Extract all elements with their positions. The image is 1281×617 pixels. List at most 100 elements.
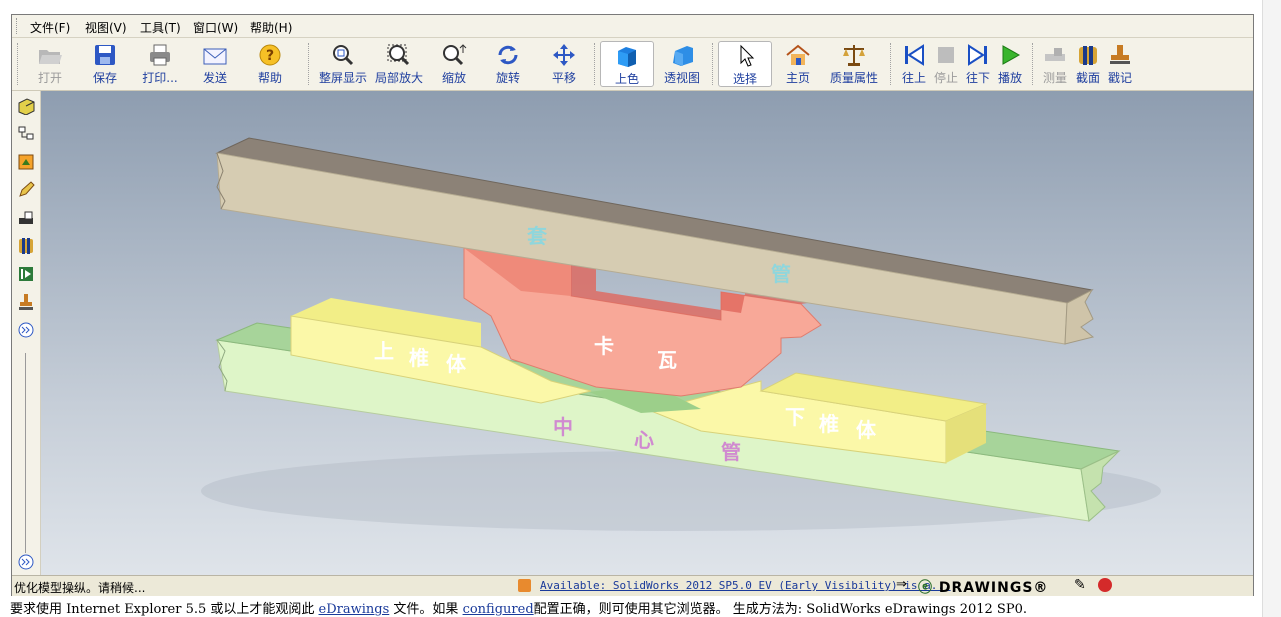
footer-text-2: 文件。如果 <box>393 602 459 617</box>
stop-square-icon <box>938 47 954 63</box>
rotate-icon <box>498 45 518 65</box>
rss-feed-icon[interactable] <box>518 579 531 592</box>
pencil-icon[interactable] <box>17 181 35 199</box>
label-clamp-2: 瓦 <box>657 348 677 372</box>
edrawings-brand[interactable]: ⓔ DRAWINGS® <box>918 577 1048 597</box>
toolbar-separator <box>594 43 596 85</box>
help-button[interactable]: ? 帮助 <box>252 41 288 87</box>
no-entry-icon[interactable] <box>1098 578 1112 592</box>
label-upper-cone-2: 椎 <box>409 346 429 370</box>
folder-open-icon <box>39 50 62 64</box>
markup-pencil-icon[interactable]: ✎ <box>1074 577 1086 593</box>
cursor-arrow-icon <box>740 44 755 67</box>
zoom-fit-icon <box>333 45 354 66</box>
measure-side-icon[interactable] <box>17 209 35 227</box>
edrawings-link[interactable]: eDrawings <box>319 602 390 617</box>
menu-grip <box>16 18 20 34</box>
label-lower-cone-2: 椎 <box>819 412 839 436</box>
pan-arrows-icon <box>553 44 575 66</box>
menu-bar: 文件(F) 视图(V) 工具(T) 窗口(W) 帮助(H) <box>12 15 1253 38</box>
label-clamp-1: 卡 <box>594 334 614 358</box>
toolbar-separator <box>308 43 310 85</box>
next-button[interactable]: 往下 <box>962 41 994 87</box>
first-button[interactable]: 往上 <box>898 41 930 87</box>
menu-tools[interactable]: 工具(T) <box>140 19 181 36</box>
label-center-pipe-1: 中 <box>553 415 573 439</box>
footer-text-1: 要求使用 Internet Explorer 5.5 或以上才能观阅此 <box>10 602 315 617</box>
label-lower-cone-1: 下 <box>785 405 805 429</box>
zoom-button[interactable]: 缩放 <box>436 41 472 87</box>
envelope-icon <box>203 48 227 65</box>
status-bar: 优化模型操纵。请稍候... Available: SolidWorks 2012… <box>12 575 1253 596</box>
home-button[interactable]: 主页 <box>780 41 816 87</box>
play-button[interactable]: 播放 <box>995 41 1025 87</box>
balance-scale-icon <box>843 45 865 66</box>
toolbar-separator <box>712 43 714 85</box>
svg-text:?: ? <box>266 48 274 64</box>
perspective-cube-icon <box>673 46 693 66</box>
assembly-model[interactable]: 套 管 卡 瓦 上 椎 体 下 椎 体 中 心 管 <box>41 91 1253 575</box>
animation-icon[interactable] <box>17 265 35 283</box>
floppy-disk-icon <box>95 45 115 65</box>
expand-panel-top-icon[interactable] <box>17 321 35 339</box>
stamp-side-icon[interactable] <box>17 293 35 311</box>
menu-help[interactable]: 帮助(H) <box>250 19 292 36</box>
help-question-icon: ? <box>259 44 281 66</box>
mass-properties-button[interactable]: 质量属性 <box>826 41 882 87</box>
page-footer: 要求使用 Internet Explorer 5.5 或以上才能观阅此 eDra… <box>10 598 1027 617</box>
stamp-button[interactable]: 戳记 <box>1105 41 1135 87</box>
menu-window[interactable]: 窗口(W) <box>193 19 238 36</box>
measure-icon <box>1045 48 1065 61</box>
zoom-area-button[interactable]: 局部放大 <box>373 41 425 87</box>
expand-panel-bottom-icon[interactable] <box>17 553 35 571</box>
label-upper-cone-1: 上 <box>374 339 394 363</box>
menu-file[interactable]: 文件(F) <box>30 19 70 36</box>
side-panel <box>12 91 41 575</box>
label-lower-cone-3: 体 <box>856 418 877 442</box>
footer-text-3: 配置正确，则可使用其它浏览器。 生成方法为: SolidWorks eDrawi… <box>533 602 1027 617</box>
tree-icon[interactable] <box>17 125 35 143</box>
model-viewport[interactable]: 套 管 卡 瓦 上 椎 体 下 椎 体 中 心 管 <box>41 91 1253 575</box>
toolbar-separator <box>1032 43 1034 85</box>
components-icon[interactable] <box>17 97 35 115</box>
printer-icon <box>150 44 170 66</box>
status-message: 优化模型操纵。请稍候... <box>14 581 146 595</box>
toolbar: 打开 保存 打印... 发送 ? 帮助 整屏显示 局部放大 缩放 旋转 平移 上… <box>12 38 1253 91</box>
edrawings-window: 文件(F) 视图(V) 工具(T) 窗口(W) 帮助(H) 打开 保存 打印..… <box>11 14 1254 596</box>
select-button[interactable]: 选择 <box>718 41 772 87</box>
section-button[interactable]: 截面 <box>1073 41 1103 87</box>
section-side-icon[interactable] <box>17 237 35 255</box>
save-button[interactable]: 保存 <box>87 41 123 87</box>
stop-button[interactable]: 停止 <box>931 41 961 87</box>
browser-scrollbar[interactable] <box>1262 0 1281 617</box>
rotate-button[interactable]: 旋转 <box>490 41 526 87</box>
skip-back-icon <box>905 44 924 66</box>
pan-button[interactable]: 平移 <box>546 41 582 87</box>
zoom-fit-button[interactable]: 整屏显示 <box>317 41 369 87</box>
label-center-pipe-2: 心 <box>634 428 654 452</box>
configured-link[interactable]: configured <box>463 602 534 617</box>
zoom-area-icon <box>387 44 410 66</box>
shaded-button[interactable]: 上色 <box>600 41 654 87</box>
section-icon <box>1079 46 1097 65</box>
panel-divider <box>25 353 26 553</box>
arrow-icon: ⇒ <box>896 577 907 592</box>
print-button[interactable]: 打印... <box>139 41 181 87</box>
toolbar-grip <box>17 43 19 85</box>
news-ticker-link[interactable]: Available: SolidWorks 2012 SP5.0 EV (Ear… <box>540 579 951 592</box>
label-sleeve-1: 套 <box>527 224 547 248</box>
label-upper-cone-3: 体 <box>446 352 467 376</box>
shaded-cube-icon <box>618 47 636 67</box>
perspective-button[interactable]: 透视图 <box>660 41 704 87</box>
menu-view[interactable]: 视图(V) <box>85 19 127 36</box>
label-sleeve-2: 管 <box>771 262 791 286</box>
toolbar-separator <box>890 43 892 85</box>
home-icon <box>786 44 810 65</box>
markup-icon[interactable] <box>17 153 35 171</box>
send-button[interactable]: 发送 <box>197 41 233 87</box>
skip-forward-icon <box>968 44 987 66</box>
measure-button[interactable]: 测量 <box>1040 41 1070 87</box>
edrawings-e-logo-icon: ⓔ <box>918 580 933 596</box>
label-center-pipe-3: 管 <box>721 440 741 464</box>
open-button[interactable]: 打开 <box>32 41 68 87</box>
